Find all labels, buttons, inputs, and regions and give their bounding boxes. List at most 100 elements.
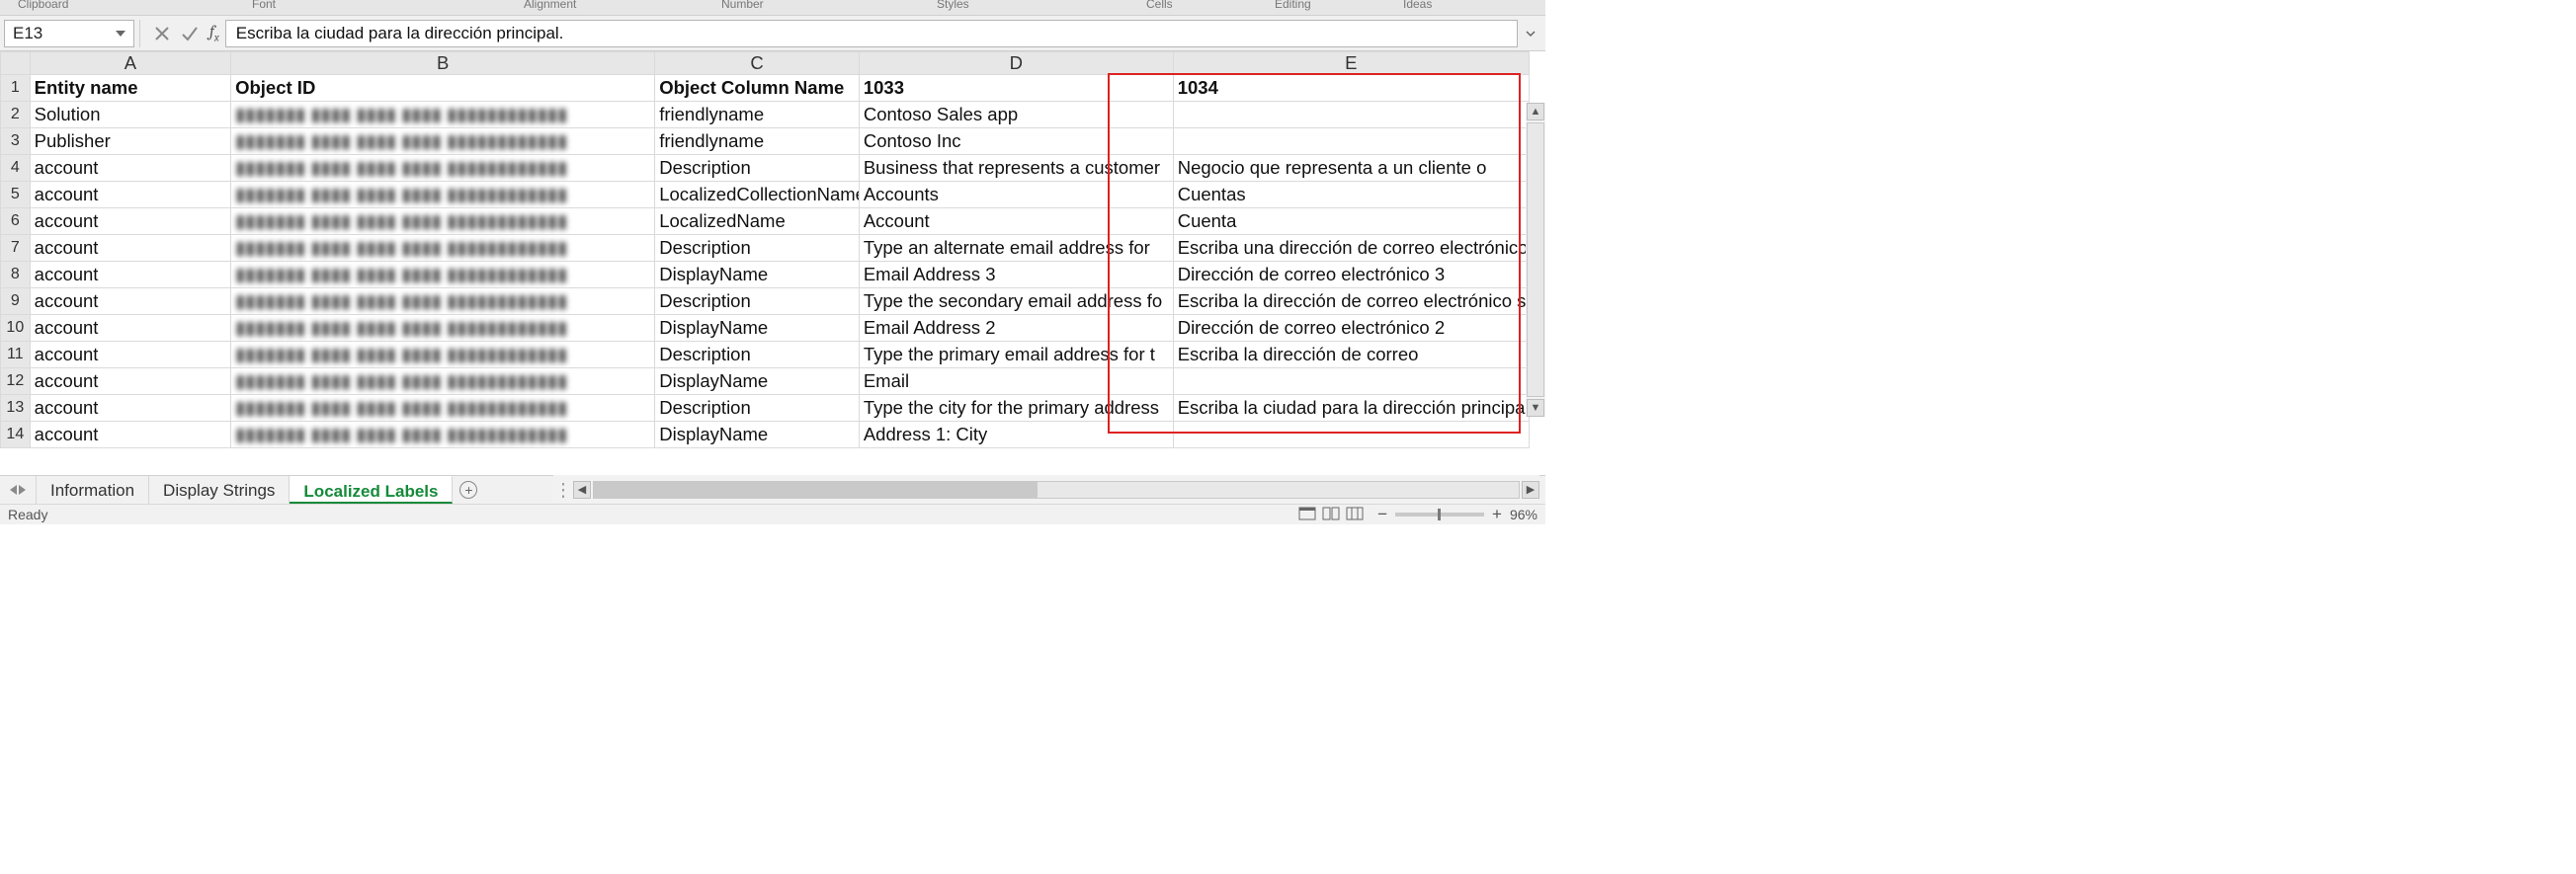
cell[interactable]: Object ID [231, 75, 655, 102]
row-header[interactable]: 5 [1, 182, 31, 208]
cell[interactable]: Type the city for the primary address [859, 395, 1173, 422]
enter-button[interactable] [176, 24, 204, 43]
cell[interactable] [1173, 368, 1529, 395]
cell[interactable]: Email Address 3 [859, 262, 1173, 288]
cell[interactable]: account [30, 368, 230, 395]
horizontal-scrollbar[interactable]: ⋮ ◀ ▶ [553, 475, 1539, 504]
cell[interactable]: Entity name [30, 75, 230, 102]
row-header[interactable]: 12 [1, 368, 31, 395]
row-header[interactable]: 2 [1, 102, 31, 128]
cell[interactable]: Escriba la dirección de correo electróni… [1173, 288, 1529, 315]
cell[interactable]: ▮▮▮▮▮▮▮ ▮▮▮▮ ▮▮▮▮ ▮▮▮▮ ▮▮▮▮▮▮▮▮▮▮▮▮ [231, 395, 655, 422]
row-header[interactable]: 11 [1, 342, 31, 368]
zoom-level[interactable]: 96% [1510, 507, 1537, 522]
cell[interactable]: DisplayName [655, 262, 860, 288]
cell[interactable]: Cuenta [1173, 208, 1529, 235]
cell[interactable] [1173, 422, 1529, 448]
cell[interactable]: ▮▮▮▮▮▮▮ ▮▮▮▮ ▮▮▮▮ ▮▮▮▮ ▮▮▮▮▮▮▮▮▮▮▮▮ [231, 155, 655, 182]
cell[interactable]: account [30, 315, 230, 342]
scroll-up-icon[interactable]: ▲ [1527, 103, 1544, 120]
cell[interactable]: Contoso Sales app [859, 102, 1173, 128]
cell[interactable] [1173, 128, 1529, 155]
row-header[interactable]: 10 [1, 315, 31, 342]
cell[interactable]: Object Column Name [655, 75, 860, 102]
expand-formula-bar-icon[interactable] [1522, 28, 1539, 40]
cell[interactable]: Escriba la ciudad para la dirección prin… [1173, 395, 1529, 422]
cell[interactable]: ▮▮▮▮▮▮▮ ▮▮▮▮ ▮▮▮▮ ▮▮▮▮ ▮▮▮▮▮▮▮▮▮▮▮▮ [231, 342, 655, 368]
row-header[interactable]: 6 [1, 208, 31, 235]
cell[interactable]: Address 1: City [859, 422, 1173, 448]
cell[interactable]: ▮▮▮▮▮▮▮ ▮▮▮▮ ▮▮▮▮ ▮▮▮▮ ▮▮▮▮▮▮▮▮▮▮▮▮ [231, 102, 655, 128]
cell[interactable]: ▮▮▮▮▮▮▮ ▮▮▮▮ ▮▮▮▮ ▮▮▮▮ ▮▮▮▮▮▮▮▮▮▮▮▮ [231, 288, 655, 315]
tab-next-icon[interactable] [19, 485, 26, 495]
cell[interactable]: LocalizedCollectionName [655, 182, 860, 208]
cell[interactable]: ▮▮▮▮▮▮▮ ▮▮▮▮ ▮▮▮▮ ▮▮▮▮ ▮▮▮▮▮▮▮▮▮▮▮▮ [231, 208, 655, 235]
row-header[interactable]: 8 [1, 262, 31, 288]
zoom-in-button[interactable]: + [1492, 505, 1502, 524]
cell[interactable]: Email [859, 368, 1173, 395]
cell[interactable]: ▮▮▮▮▮▮▮ ▮▮▮▮ ▮▮▮▮ ▮▮▮▮ ▮▮▮▮▮▮▮▮▮▮▮▮ [231, 128, 655, 155]
cell[interactable]: Solution [30, 102, 230, 128]
scroll-track[interactable] [593, 481, 1520, 499]
row-header[interactable]: 9 [1, 288, 31, 315]
row-header[interactable]: 14 [1, 422, 31, 448]
cell[interactable]: ▮▮▮▮▮▮▮ ▮▮▮▮ ▮▮▮▮ ▮▮▮▮ ▮▮▮▮▮▮▮▮▮▮▮▮ [231, 315, 655, 342]
column-header[interactable]: A [30, 52, 230, 75]
vertical-scrollbar[interactable]: ▲ ▼ [1526, 103, 1545, 417]
cell[interactable]: DisplayName [655, 422, 860, 448]
new-sheet-button[interactable]: + [453, 476, 484, 504]
cell[interactable]: Negocio que representa a un cliente o [1173, 155, 1529, 182]
cell[interactable]: Escriba una dirección de correo electrón… [1173, 235, 1529, 262]
scroll-left-icon[interactable]: ◀ [573, 481, 591, 499]
tab-prev-icon[interactable] [10, 485, 17, 495]
cell[interactable]: Description [655, 235, 860, 262]
sheet-tab[interactable]: Information [37, 476, 149, 504]
cell[interactable]: account [30, 288, 230, 315]
cell[interactable]: Business that represents a customer [859, 155, 1173, 182]
cell[interactable]: account [30, 155, 230, 182]
cell[interactable]: account [30, 262, 230, 288]
cell[interactable]: account [30, 422, 230, 448]
sheet-tab[interactable]: Localized Labels [290, 476, 453, 504]
cell[interactable]: Type the secondary email address fo [859, 288, 1173, 315]
page-layout-view-icon[interactable] [1322, 507, 1340, 523]
scroll-right-icon[interactable]: ▶ [1522, 481, 1539, 499]
cell[interactable]: ▮▮▮▮▮▮▮ ▮▮▮▮ ▮▮▮▮ ▮▮▮▮ ▮▮▮▮▮▮▮▮▮▮▮▮ [231, 262, 655, 288]
row-header[interactable]: 13 [1, 395, 31, 422]
formula-input[interactable]: Escriba la ciudad para la dirección prin… [225, 20, 1518, 47]
row-header[interactable]: 7 [1, 235, 31, 262]
column-header[interactable]: E [1173, 52, 1529, 75]
chevron-down-icon[interactable] [116, 31, 125, 37]
row-header[interactable]: 3 [1, 128, 31, 155]
cell[interactable]: Accounts [859, 182, 1173, 208]
spreadsheet-grid[interactable]: A B C D E 1Entity nameObject IDObject Co… [0, 51, 1545, 466]
row-header[interactable]: 4 [1, 155, 31, 182]
cell[interactable]: Dirección de correo electrónico 3 [1173, 262, 1529, 288]
tab-split-handle[interactable]: ⋮ [553, 475, 573, 504]
cell[interactable]: Description [655, 342, 860, 368]
cell[interactable]: Account [859, 208, 1173, 235]
cell[interactable]: account [30, 208, 230, 235]
normal-view-icon[interactable] [1298, 507, 1316, 523]
cell[interactable]: LocalizedName [655, 208, 860, 235]
cell[interactable]: Publisher [30, 128, 230, 155]
cell[interactable]: account [30, 235, 230, 262]
page-break-view-icon[interactable] [1346, 507, 1364, 523]
select-all-button[interactable] [1, 52, 31, 75]
cell[interactable]: account [30, 342, 230, 368]
cell[interactable]: ▮▮▮▮▮▮▮ ▮▮▮▮ ▮▮▮▮ ▮▮▮▮ ▮▮▮▮▮▮▮▮▮▮▮▮ [231, 368, 655, 395]
tab-nav[interactable] [0, 476, 37, 504]
column-header[interactable]: B [231, 52, 655, 75]
cell[interactable]: Type the primary email address for t [859, 342, 1173, 368]
zoom-slider[interactable] [1395, 513, 1484, 516]
zoom-out-button[interactable]: − [1377, 505, 1387, 524]
cell[interactable]: Description [655, 155, 860, 182]
cell[interactable]: ▮▮▮▮▮▮▮ ▮▮▮▮ ▮▮▮▮ ▮▮▮▮ ▮▮▮▮▮▮▮▮▮▮▮▮ [231, 422, 655, 448]
cell[interactable]: Dirección de correo electrónico 2 [1173, 315, 1529, 342]
cell[interactable]: Contoso Inc [859, 128, 1173, 155]
cell[interactable]: DisplayName [655, 315, 860, 342]
sheet-tab[interactable]: Display Strings [149, 476, 290, 504]
cell[interactable]: ▮▮▮▮▮▮▮ ▮▮▮▮ ▮▮▮▮ ▮▮▮▮ ▮▮▮▮▮▮▮▮▮▮▮▮ [231, 182, 655, 208]
name-box[interactable]: E13 [4, 20, 134, 47]
cell[interactable]: 1034 [1173, 75, 1529, 102]
